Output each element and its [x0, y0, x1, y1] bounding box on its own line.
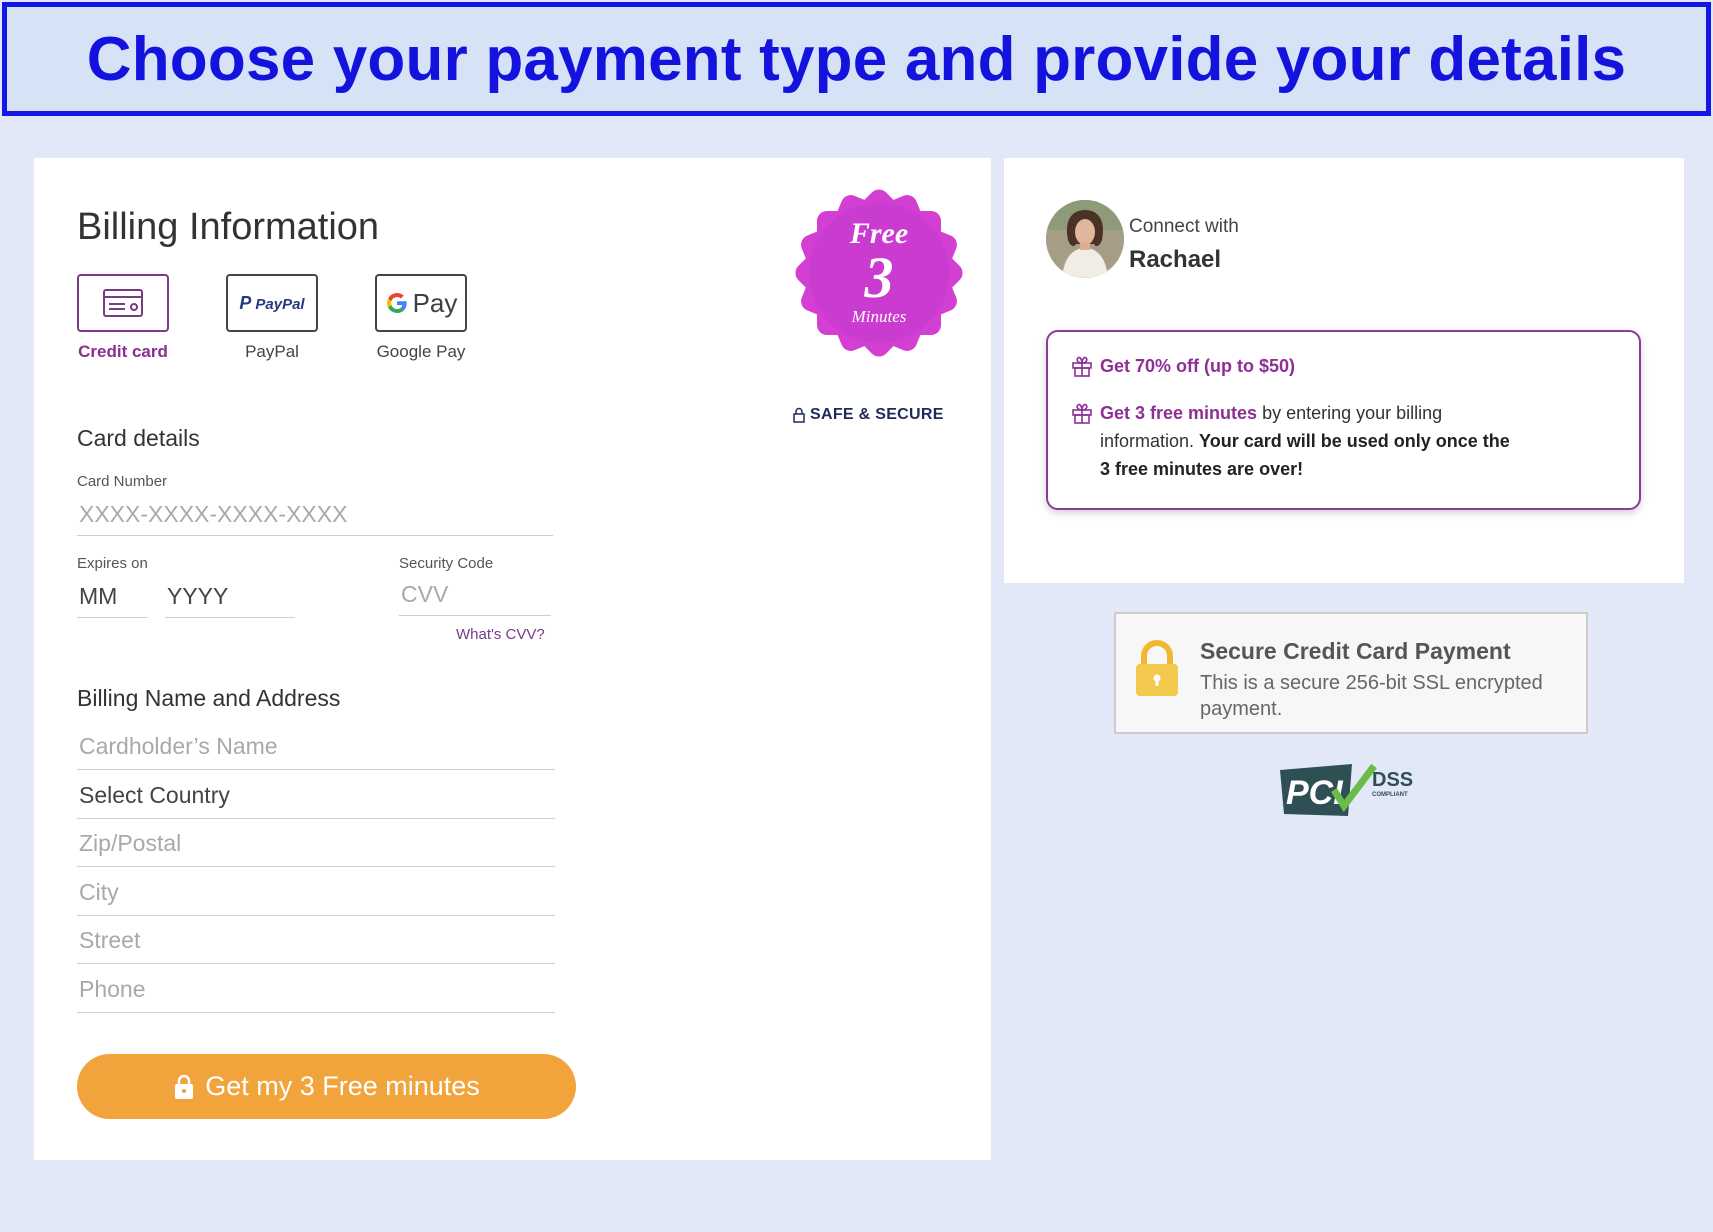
payment-method-selector: Credit card P PayPal PayPal Pay Google P…: [77, 274, 467, 362]
whats-cvv-link[interactable]: What's CVV?: [456, 626, 545, 643]
compliant-text: COMPLIANT: [1372, 792, 1408, 798]
google-pay-logo: Pay: [385, 288, 457, 319]
gift-icon: [1072, 403, 1092, 424]
badge-number: 3: [864, 245, 894, 310]
banner-title: Choose your payment type and provide you…: [86, 24, 1627, 94]
google-g-icon: [386, 293, 407, 314]
pay-method-paypal[interactable]: P PayPal PayPal: [226, 274, 318, 362]
offer-box: Get 70% off (up to $50) Get 3 free minut…: [1046, 330, 1641, 510]
avatar: [1046, 200, 1124, 278]
card-number-input[interactable]: [77, 494, 553, 536]
expires-label: Expires on: [77, 555, 148, 572]
dss-text: DSS: [1372, 769, 1413, 791]
advisor-photo: [1046, 200, 1124, 278]
header-banner: Choose your payment type and provide you…: [2, 2, 1711, 116]
padlock-icon: [1136, 640, 1178, 696]
secure-payment-box: Secure Credit Card Payment This is a sec…: [1114, 612, 1588, 734]
paypal-logo: P PayPal: [239, 292, 305, 313]
pay-method-google-pay[interactable]: Pay Google Pay: [375, 274, 467, 362]
zip-input[interactable]: [77, 821, 555, 867]
offer-discount: Get 70% off (up to $50): [1070, 352, 1295, 380]
gift-icon: [1072, 356, 1092, 377]
secure-description: This is a secure 256-bit SSL encrypted p…: [1200, 672, 1543, 720]
advisor-name: Rachael: [1129, 246, 1222, 273]
connect-with-text: Connect with: [1129, 216, 1239, 237]
card-number-label: Card Number: [77, 473, 168, 490]
pay-method-label: Credit card: [78, 342, 168, 361]
cardholder-name-input[interactable]: [77, 724, 555, 770]
get-free-minutes-button[interactable]: Get my 3 Free minutes: [77, 1054, 576, 1119]
pay-method-label: Google Pay: [376, 342, 466, 361]
card-details-title: Card details: [77, 425, 200, 451]
billing-address-title: Billing Name and Address: [77, 685, 341, 711]
billing-title: Billing Information: [77, 206, 380, 248]
cvv-input[interactable]: [399, 574, 551, 616]
expiry-month-input[interactable]: [77, 576, 148, 618]
badge-minutes-text: Minutes: [851, 307, 907, 326]
credit-card-icon: [103, 289, 143, 317]
street-input[interactable]: [77, 918, 555, 964]
lock-icon: [175, 1074, 194, 1099]
lock-icon: [793, 407, 805, 423]
pci-dss-logo: PCI DSS COMPLIANT: [1278, 760, 1428, 825]
secure-title: Secure Credit Card Payment: [1200, 638, 1511, 664]
billing-panel: Billing Information Credit card P PayPal …: [34, 158, 991, 1160]
city-input[interactable]: [77, 870, 555, 916]
country-select[interactable]: [77, 773, 555, 819]
phone-input[interactable]: [77, 967, 555, 1013]
advisor-panel: Connect with Rachael Get 70% off (up to …: [1004, 158, 1684, 583]
pay-method-credit-card[interactable]: Credit card: [77, 274, 169, 362]
security-code-label: Security Code: [399, 555, 494, 572]
expiry-year-input[interactable]: [165, 576, 295, 618]
free-minutes-badge: Free 3 Minutes: [790, 184, 968, 362]
safe-secure-label: SAFE & SECURE: [792, 406, 944, 424]
offer-free-minutes: Get 3 free minutes by entering your bill…: [1070, 399, 1510, 483]
pay-method-label: PayPal: [245, 342, 299, 361]
